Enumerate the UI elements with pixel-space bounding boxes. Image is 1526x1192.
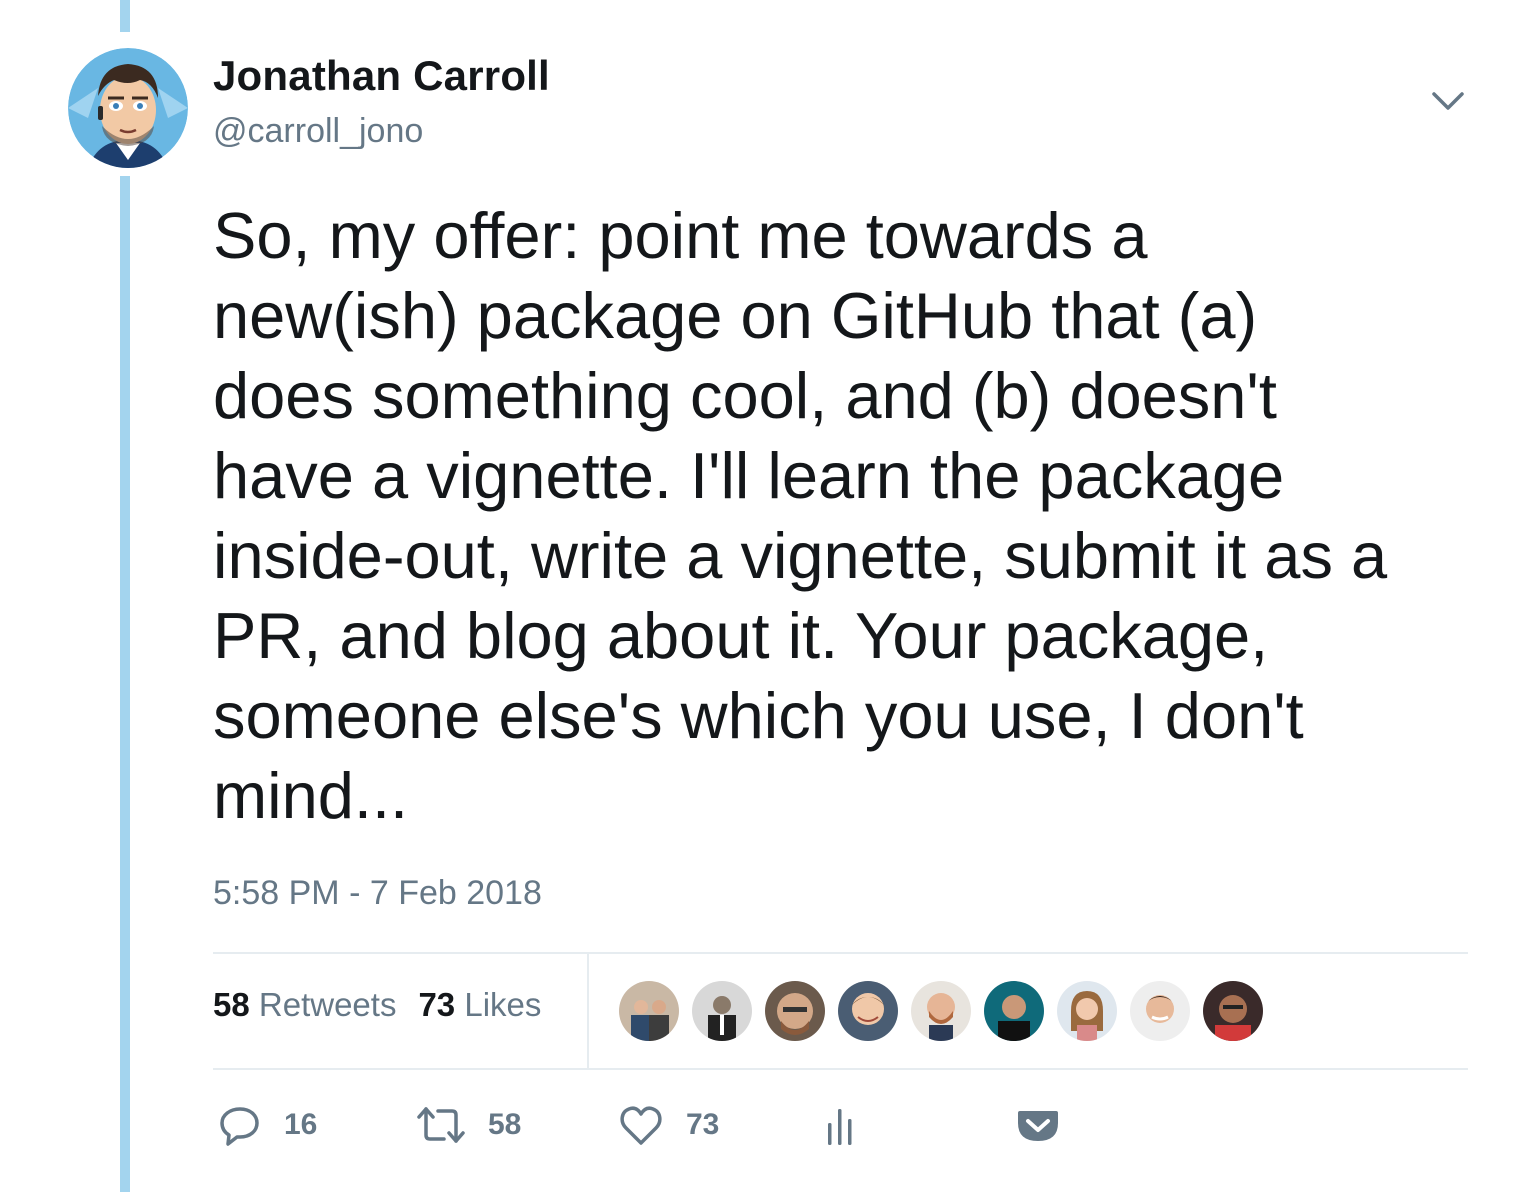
- pocket-icon: [1018, 1111, 1058, 1141]
- likes-stat[interactable]: 73 Likes: [418, 986, 541, 1023]
- thread-line-top: [120, 0, 130, 32]
- heart-icon: [620, 1106, 662, 1145]
- reply-icon: [220, 1107, 259, 1146]
- likes-count: 73: [418, 986, 456, 1023]
- thread-line-bottom: [120, 176, 130, 1192]
- reply-button[interactable]: 16: [218, 1100, 317, 1150]
- analytics-icon: [828, 1109, 852, 1145]
- liker-avatar[interactable]: [1130, 981, 1190, 1041]
- liker-avatar[interactable]: [619, 981, 679, 1041]
- tweet-text-line: So, my offer: point me towards a: [213, 199, 1148, 272]
- retweets-count: 58: [213, 986, 250, 1023]
- tweet-text-line: new(ish) package on GitHub that (a): [213, 279, 1258, 352]
- tweet-text-line: mind...: [213, 759, 409, 832]
- divider: [213, 1068, 1468, 1070]
- retweet-icon: [417, 1107, 465, 1143]
- tweet-text: So, my offer: point me towards a new(ish…: [213, 196, 1503, 836]
- liker-avatar[interactable]: [984, 981, 1044, 1041]
- tweet-text-line: PR, and blog about it. Your package,: [213, 599, 1269, 672]
- analytics-button[interactable]: [822, 1100, 858, 1150]
- more-options-button[interactable]: [1426, 84, 1470, 120]
- retweet-button[interactable]: 58: [416, 1100, 521, 1150]
- divider: [213, 952, 1468, 954]
- retweet-count: 58: [488, 1108, 522, 1141]
- author-avatar[interactable]: [68, 48, 188, 168]
- like-count: 73: [686, 1108, 720, 1141]
- stats-divider: [587, 954, 589, 1068]
- author-name[interactable]: Jonathan Carroll: [213, 52, 550, 100]
- cartoon-face-avatar-icon: [68, 48, 188, 168]
- tweet-stats: 58 Retweets 73 Likes: [213, 986, 541, 1024]
- tweet-text-line: have a vignette. I'll learn the package: [213, 439, 1285, 512]
- liker-avatar[interactable]: [1057, 981, 1117, 1041]
- liker-avatar[interactable]: [692, 981, 752, 1041]
- chevron-down-icon: [1432, 92, 1464, 110]
- liker-avatar[interactable]: [1203, 981, 1263, 1041]
- author-handle[interactable]: @carroll_jono: [213, 112, 423, 151]
- likes-label: Likes: [464, 986, 542, 1023]
- retweets-stat[interactable]: 58 Retweets: [213, 986, 396, 1023]
- pocket-button[interactable]: [1016, 1100, 1060, 1150]
- liker-avatars: [619, 981, 1276, 1041]
- liker-avatar[interactable]: [765, 981, 825, 1041]
- tweet-text-line: does something cool, and (b) doesn't: [213, 359, 1277, 432]
- like-button[interactable]: 73: [618, 1100, 719, 1150]
- reply-count: 16: [284, 1108, 318, 1141]
- tweet-text-line: inside-out, write a vignette, submit it …: [213, 519, 1388, 592]
- liker-avatar[interactable]: [838, 981, 898, 1041]
- tweet-timestamp[interactable]: 5:58 PM - 7 Feb 2018: [213, 874, 542, 913]
- tweet-text-line: someone else's which you use, I don't: [213, 679, 1304, 752]
- liker-avatar[interactable]: [911, 981, 971, 1041]
- retweets-label: Retweets: [258, 986, 397, 1023]
